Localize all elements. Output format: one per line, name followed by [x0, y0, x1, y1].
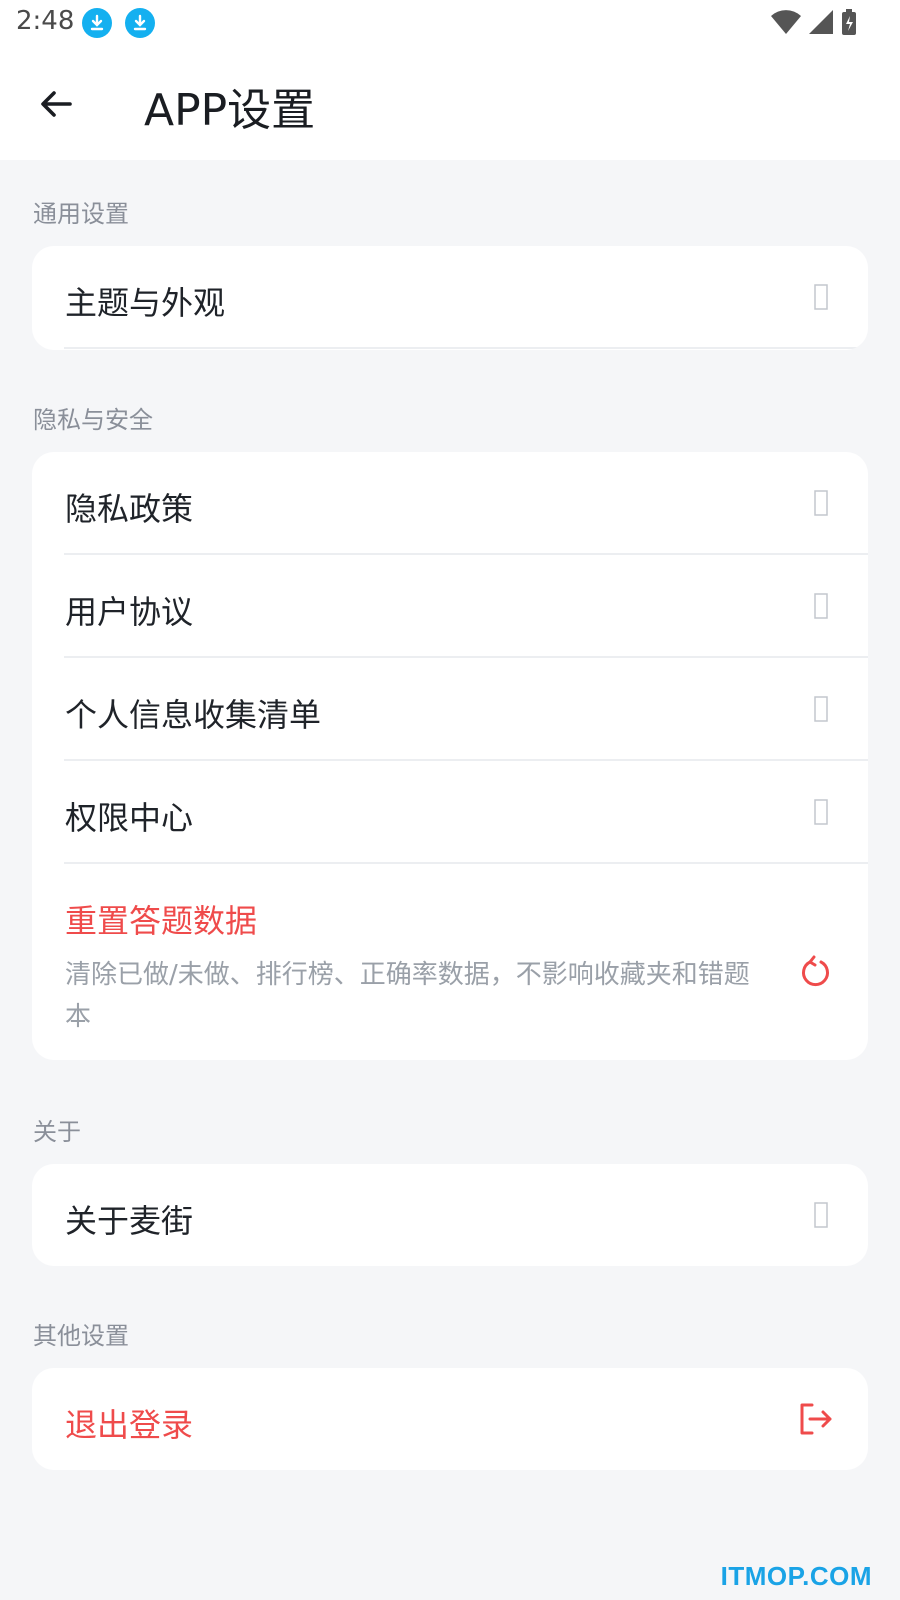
status-icons — [770, 8, 858, 36]
divider — [64, 347, 868, 349]
permission-center-item[interactable]: 权限中心 — [32, 761, 868, 864]
reset-description: 清除已做/未做、排行榜、正确率数据，不影响收藏夹和错题本 — [65, 960, 750, 1032]
logout-icon — [800, 1403, 832, 1435]
status-time: 2:48 — [16, 6, 75, 36]
row-label: 隐私政策 — [65, 490, 194, 528]
row-label: 用户协议 — [65, 593, 194, 631]
download-icon — [82, 8, 112, 38]
chevron-right-icon — [814, 1202, 828, 1228]
battery-icon — [842, 9, 856, 35]
section-label-general: 通用设置 — [33, 200, 129, 228]
other-settings-card: 退出登录 — [32, 1368, 868, 1470]
privacy-policy-item[interactable]: 隐私政策 — [32, 452, 868, 555]
reset-answer-data-item[interactable]: 重置答题数据 清除已做/未做、排行榜、正确率数据，不影响收藏夹和错题本 — [32, 864, 868, 1054]
chevron-right-icon — [814, 799, 828, 825]
about-app-item[interactable]: 关于麦街 — [32, 1164, 868, 1266]
back-arrow-icon[interactable] — [36, 84, 76, 124]
reset-title: 重置答题数据 — [65, 902, 258, 940]
wifi-icon — [771, 10, 801, 34]
personal-info-list-item[interactable]: 个人信息收集清单 — [32, 658, 868, 761]
reset-icon — [802, 955, 829, 987]
row-label: 关于麦街 — [65, 1202, 194, 1240]
user-agreement-item[interactable]: 用户协议 — [32, 555, 868, 658]
about-card: 关于麦街 — [32, 1164, 868, 1266]
download-icon — [125, 8, 155, 38]
chevron-right-icon — [814, 490, 828, 516]
row-label: 个人信息收集清单 — [65, 696, 322, 734]
row-label: 主题与外观 — [65, 284, 226, 322]
general-settings-card: 主题与外观 — [32, 246, 868, 350]
chevron-right-icon — [814, 284, 828, 310]
section-label-privacy: 隐私与安全 — [33, 406, 153, 434]
row-label: 权限中心 — [65, 799, 194, 837]
section-label-other: 其他设置 — [33, 1322, 129, 1350]
section-label-about: 关于 — [33, 1118, 81, 1146]
status-bar: 2:48 — [0, 0, 900, 48]
signal-icon — [809, 10, 833, 34]
app-bar — [0, 48, 900, 160]
theme-appearance-item[interactable]: 主题与外观 — [32, 246, 868, 349]
logout-item[interactable]: 退出登录 — [32, 1368, 868, 1470]
logout-label: 退出登录 — [65, 1406, 194, 1444]
privacy-security-card: 隐私政策 用户协议 个人信息收集清单 权限中心 重置答题数据 清除已做/未做、排… — [32, 452, 868, 1060]
chevron-right-icon — [814, 593, 828, 619]
page-title: APP设置 — [144, 85, 316, 136]
chevron-right-icon — [814, 696, 828, 722]
watermark: ITMOP.COM — [720, 1561, 872, 1591]
